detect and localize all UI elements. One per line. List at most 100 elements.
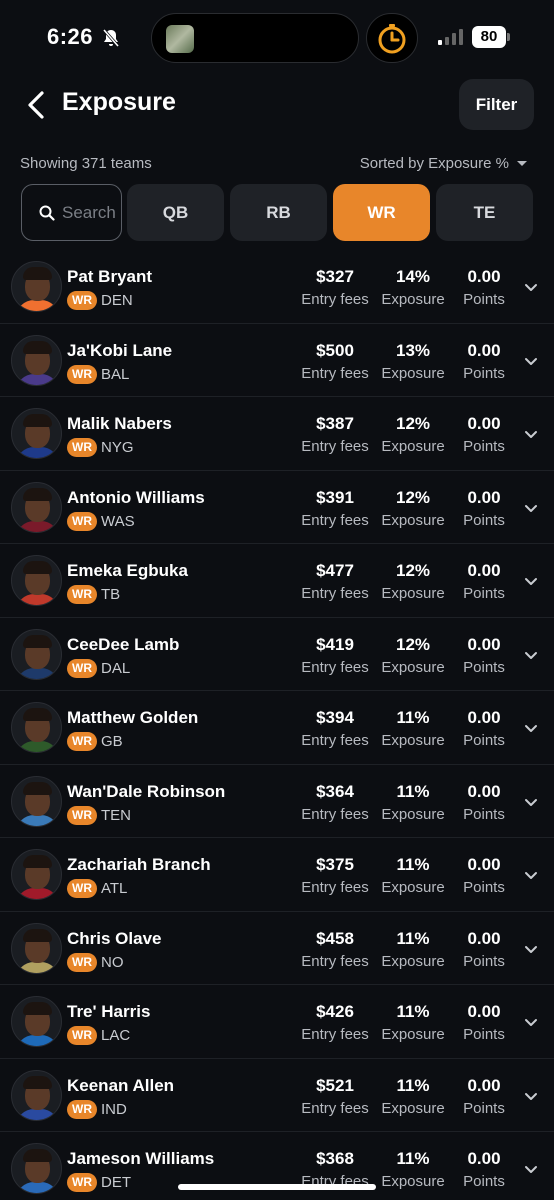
exposure-value: 11% [396, 928, 430, 948]
tab-te[interactable]: TE [436, 184, 533, 241]
exposure-value: 11% [396, 708, 430, 727]
entry-fees-stat: $327 Entry fees [300, 267, 370, 308]
player-row[interactable]: Matthew Golden WR GB $394 Entry fees 11%… [0, 691, 554, 765]
exposure-label: Exposure [381, 511, 445, 529]
entry-fees-value: $391 [316, 487, 354, 507]
position-badge: WR [67, 879, 97, 898]
player-row[interactable]: CeeDee Lamb WR DAL $419 Entry fees 12% E… [0, 618, 554, 691]
exposure-stat: 11% Exposure [379, 782, 447, 823]
player-avatar [11, 996, 62, 1047]
back-chevron-icon[interactable] [24, 89, 52, 121]
position-badge: WR [67, 585, 97, 604]
chevron-down-icon[interactable] [522, 572, 540, 590]
entry-fees-label: Entry fees [301, 1099, 369, 1117]
points-label: Points [463, 805, 505, 823]
player-avatar [11, 1069, 62, 1121]
player-row[interactable]: Emeka Egbuka WR TB $477 Entry fees 12% E… [0, 544, 554, 618]
exposure-label: Exposure [381, 805, 445, 823]
player-row[interactable]: Ja'Kobi Lane WR BAL $500 Entry fees 13% … [0, 324, 554, 397]
timer-activity[interactable] [366, 13, 418, 63]
position-badge: WR [67, 1173, 97, 1192]
home-indicator[interactable] [178, 1184, 376, 1190]
points-label: Points [463, 1173, 505, 1190]
chevron-down-icon[interactable] [522, 646, 540, 664]
signal-icon [438, 29, 463, 45]
status-time: 6:26 [47, 24, 94, 49]
search-box[interactable] [21, 184, 122, 241]
entry-fees-value: $419 [316, 634, 354, 654]
chevron-down-icon[interactable] [522, 940, 540, 958]
player-team: WAS [101, 512, 135, 530]
chevron-down-icon[interactable] [522, 866, 540, 884]
player-name: Wan'Dale Robinson [67, 781, 226, 801]
points-label: Points [463, 438, 505, 455]
player-row[interactable]: Pat Bryant WR DEN $327 Entry fees 14% Ex… [0, 250, 554, 324]
entry-fees-stat: $364 Entry fees [300, 782, 370, 823]
points-label: Points [463, 364, 505, 382]
points-label: Points [463, 291, 505, 308]
points-value: 0.00 [467, 708, 501, 727]
player-name: Tre' Harris [67, 1002, 151, 1021]
player-row[interactable]: Antonio Williams WR WAS $391 Entry fees … [0, 471, 554, 544]
battery-level: 80 [472, 26, 506, 48]
filter-button[interactable]: Filter [459, 79, 534, 130]
player-avatar [11, 1143, 62, 1194]
player-row[interactable]: Chris Olave WR NO $458 Entry fees 11% Ex… [0, 912, 554, 985]
points-value: 0.00 [467, 1002, 501, 1021]
exposure-value: 12% [395, 561, 431, 580]
entry-fees-label: Entry fees [301, 511, 369, 529]
entry-fees-stat: $500 Entry fees [300, 341, 370, 382]
player-name: Antonio Williams [67, 487, 205, 507]
status-bar: 6:26 80 [0, 0, 554, 76]
chevron-down-icon[interactable] [522, 1013, 540, 1031]
player-row[interactable]: Wan'Dale Robinson WR TEN $364 Entry fees… [0, 765, 554, 838]
chevron-down-icon[interactable] [522, 1160, 540, 1178]
chevron-down-icon[interactable] [522, 719, 540, 737]
tab-rb[interactable]: RB [230, 184, 327, 241]
exposure-label: Exposure [381, 438, 445, 455]
chevron-down-icon[interactable] [522, 499, 540, 517]
points-label: Points [463, 511, 505, 529]
entry-fees-stat: $477 Entry fees [300, 561, 370, 602]
points-stat: 0.00 Points [458, 635, 510, 676]
points-stat: 0.00 Points [458, 341, 510, 382]
tab-qb[interactable]: QB [127, 184, 224, 241]
caret-down-icon [517, 161, 527, 166]
player-avatar [11, 775, 62, 827]
player-row[interactable]: Zachariah Branch WR ATL $375 Entry fees … [0, 838, 554, 912]
entry-fees-label: Entry fees [301, 879, 369, 896]
entry-fees-value: $426 [316, 1002, 354, 1021]
player-name: CeeDee Lamb [67, 634, 180, 654]
chevron-down-icon[interactable] [522, 278, 540, 296]
chevron-down-icon[interactable] [522, 1087, 540, 1105]
exposure-stat: 13% Exposure [379, 341, 447, 382]
points-stat: 0.00 Points [458, 855, 510, 896]
exposure-stat: 12% Exposure [379, 414, 447, 455]
dynamic-island[interactable] [151, 13, 359, 63]
player-row[interactable]: Malik Nabers WR NYG $387 Entry fees 12% … [0, 397, 554, 471]
chevron-down-icon[interactable] [522, 425, 540, 443]
search-icon [39, 205, 55, 221]
tab-wr[interactable]: WR [333, 184, 430, 241]
player-avatar [11, 261, 62, 312]
exposure-stat: 11% Exposure [379, 855, 447, 896]
chevron-down-icon[interactable] [522, 793, 540, 811]
entry-fees-value: $394 [316, 708, 354, 727]
player-avatar [11, 408, 62, 459]
exposure-label: Exposure [381, 1099, 445, 1117]
exposure-label: Exposure [381, 732, 445, 749]
position-badge: WR [67, 952, 97, 972]
exposure-value: 11% [396, 1149, 430, 1168]
position-badge: WR [67, 364, 97, 384]
sort-dropdown[interactable]: Sorted by Exposure % [360, 155, 527, 172]
exposure-stat: 11% Exposure [379, 929, 447, 970]
chevron-down-icon[interactable] [522, 352, 540, 370]
search-input[interactable] [62, 202, 121, 223]
player-row[interactable]: Keenan Allen WR IND $521 Entry fees 11% … [0, 1059, 554, 1132]
points-stat: 0.00 Points [458, 1002, 510, 1043]
exposure-value: 12% [395, 487, 431, 507]
entry-fees-value: $375 [316, 855, 354, 874]
player-row[interactable]: Tre' Harris WR LAC $426 Entry fees 11% E… [0, 985, 554, 1059]
points-stat: 0.00 Points [458, 782, 510, 823]
player-name: Zachariah Branch [67, 855, 211, 874]
